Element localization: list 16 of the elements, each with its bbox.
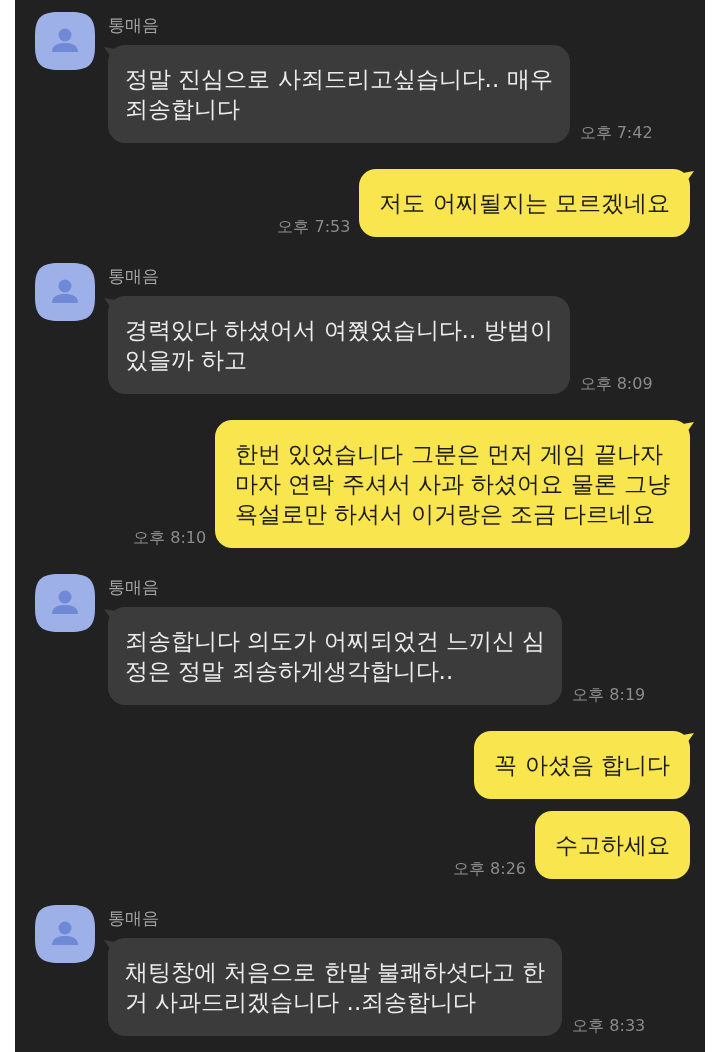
sender-name: 통매음 [108,577,159,597]
message-time: 오후 8:09 [579,374,653,394]
person-avatar-icon[interactable] [35,263,95,321]
sender-name: 통매음 [108,15,159,35]
person-avatar-icon[interactable] [35,574,95,632]
message-time: 오후 7:42 [579,123,653,143]
person-avatar-icon[interactable] [35,12,95,70]
message-time: 오후 8:33 [572,1016,646,1036]
person-avatar-icon[interactable] [35,905,95,963]
message-bubble: 수고하세요 [535,811,690,879]
sender-name: 통매음 [108,908,159,928]
message-time: 오후 7:53 [277,217,351,237]
message-time: 오후 8:19 [572,685,646,705]
message-time: 오후 8:26 [453,859,526,879]
message-time: 오후 8:10 [133,528,207,548]
sender-name: 통매음 [108,266,159,286]
